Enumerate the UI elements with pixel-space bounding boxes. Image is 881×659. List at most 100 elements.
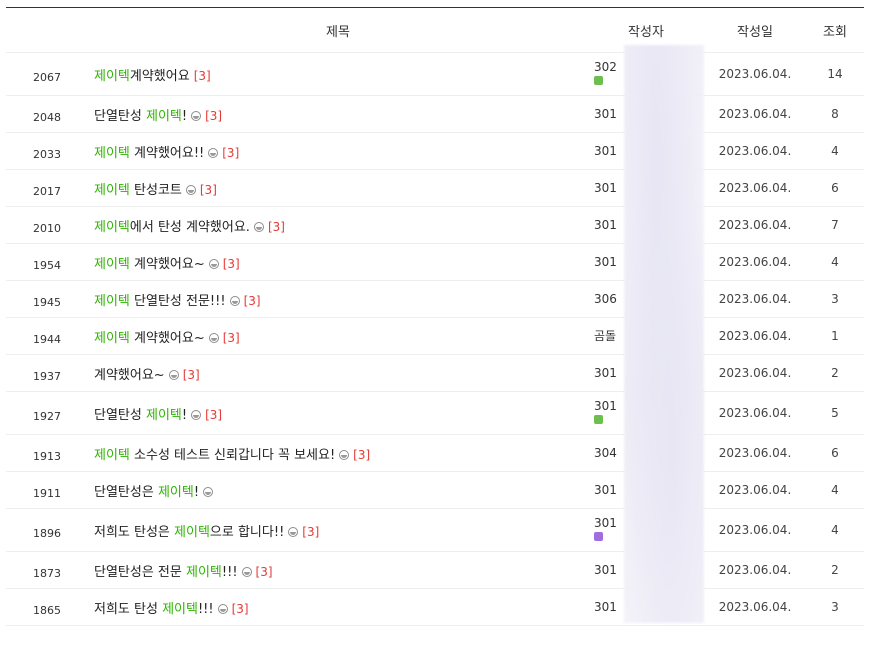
- article-title-cell: 제이텍 소수성 테스트 신뢰갑니다 꼭 보세요! [3]: [88, 434, 588, 472]
- table-header: 제목 작성자 작성일 조회: [6, 7, 864, 53]
- table-row[interactable]: 2017 제이텍 탄성코트 [3] 301 2023.06.04. 6: [6, 169, 864, 207]
- table-row[interactable]: 1954 제이텍 계약했어요~ [3] 301 2023.06.04. 4: [6, 243, 864, 281]
- article-title-link[interactable]: 단열탄성 제이텍!: [94, 109, 187, 124]
- article-date: 2023.06.04.: [704, 551, 806, 589]
- view-count: 2: [806, 354, 864, 392]
- table-row[interactable]: 1927 단열탄성 제이텍! [3] 301 2023.06.04. 5: [6, 391, 864, 435]
- article-title-cell: 단열탄성은 전문 제이텍!!! [3]: [88, 551, 588, 589]
- table-row[interactable]: 1945 제이텍 단열탄성 전문!!! [3] 306 2023.06.04. 3: [6, 280, 864, 318]
- article-title-cell: 제이텍 단열탄성 전문!!! [3]: [88, 280, 588, 318]
- title-text: !: [193, 484, 200, 500]
- title-text: 단열탄성: [94, 407, 146, 423]
- comment-count-link[interactable]: [3]: [205, 109, 222, 123]
- member-level-icon: [594, 415, 603, 424]
- table-row[interactable]: 1911 단열탄성은 제이텍! 301 2023.06.04. 4: [6, 471, 864, 509]
- image-attached-icon: [229, 295, 240, 306]
- comment-count-link[interactable]: [3]: [353, 448, 370, 462]
- title-text: 계약했어요~: [129, 256, 205, 272]
- comment-count-link[interactable]: [3]: [200, 183, 217, 197]
- article-title-link[interactable]: 제이텍 계약했어요~: [94, 331, 205, 346]
- comment-count-link[interactable]: [3]: [223, 331, 240, 345]
- keyword-highlight: 제이텍: [162, 601, 198, 617]
- image-attached-icon: [241, 566, 252, 577]
- view-count: 6: [806, 169, 864, 207]
- keyword-highlight: 제이텍: [94, 145, 130, 161]
- article-date: 2023.06.04.: [704, 434, 806, 472]
- article-title-link[interactable]: 제이텍 계약했어요!!: [94, 146, 204, 161]
- title-text: 계약했어요: [129, 68, 190, 84]
- image-attached-icon: [208, 332, 219, 343]
- comment-count-link[interactable]: [3]: [222, 146, 239, 160]
- table-row[interactable]: 1937 계약했어요~ [3] 301 2023.06.04. 2: [6, 354, 864, 392]
- title-text: 에서 탄성 계약했어요.: [129, 219, 250, 235]
- image-attached-icon: [208, 258, 219, 269]
- comment-count-link[interactable]: [3]: [256, 565, 273, 579]
- article-title-link[interactable]: 제이텍 단열탄성 전문!!!: [94, 294, 226, 309]
- comment-count-link[interactable]: [3]: [244, 294, 261, 308]
- comment-count-link[interactable]: [3]: [302, 525, 319, 539]
- comment-count-link[interactable]: [3]: [183, 368, 200, 382]
- keyword-highlight: 제이텍: [157, 484, 194, 500]
- article-title-link[interactable]: 제이텍에서 탄성 계약했어요.: [94, 220, 250, 235]
- article-title-link[interactable]: 저희도 탄성은 제이텍으로 합니다!!: [94, 525, 284, 540]
- table-row[interactable]: 1913 제이텍 소수성 테스트 신뢰갑니다 꼭 보세요! [3] 304 2023.0…: [6, 434, 864, 472]
- table-row[interactable]: 2048 단열탄성 제이텍! [3] 301 2023.06.04. 8: [6, 95, 864, 133]
- table-row[interactable]: 1873 단열탄성은 전문 제이텍!!! [3] 301 2023.06.04. 2: [6, 551, 864, 589]
- header-date: 작성일: [704, 7, 806, 53]
- title-text: 저희도 탄성: [94, 601, 163, 617]
- table-row[interactable]: 1944 제이텍 계약했어요~ [3] 곰돌 2023.06.04. 1: [6, 317, 864, 355]
- table-row[interactable]: 1865 저희도 탄성 제이텍!!! [3] 301 2023.06.04. 3: [6, 588, 864, 626]
- keyword-highlight: 제이텍: [94, 447, 130, 463]
- article-date: 2023.06.04.: [704, 280, 806, 318]
- article-title-cell: 단열탄성 제이텍! [3]: [88, 95, 588, 133]
- article-title-link[interactable]: 저희도 탄성 제이텍!!!: [94, 602, 214, 617]
- table-row[interactable]: 2033 제이텍 계약했어요!! [3] 301 2023.06.04. 4: [6, 132, 864, 170]
- table-row[interactable]: 1896 저희도 탄성은 제이텍으로 합니다!! [3] 301 2023.06.04.…: [6, 508, 864, 552]
- article-title-link[interactable]: 단열탄성은 전문 제이텍!!!: [94, 565, 238, 580]
- article-title-link[interactable]: 제이텍 소수성 테스트 신뢰갑니다 꼭 보세요!: [94, 448, 335, 463]
- article-number: 1913: [6, 434, 88, 472]
- article-number: 1954: [6, 243, 88, 281]
- image-attached-icon: [339, 449, 350, 460]
- article-title-cell: 제이텍 계약했어요!! [3]: [88, 132, 588, 170]
- table-row[interactable]: 2067 제이텍계약했어요 [3] 302 2023.06.04. 14: [6, 52, 864, 96]
- view-count: 5: [806, 391, 864, 435]
- article-title-link[interactable]: 제이텍계약했어요: [94, 69, 190, 84]
- article-date: 2023.06.04.: [704, 52, 806, 96]
- comment-count-link[interactable]: [3]: [194, 69, 211, 83]
- comment-count-link[interactable]: [3]: [268, 220, 285, 234]
- table-row[interactable]: 2010 제이텍에서 탄성 계약했어요. [3] 301 2023.06.04. 7: [6, 206, 864, 244]
- article-number: 2067: [6, 52, 88, 96]
- keyword-highlight: 제이텍: [186, 564, 222, 580]
- title-text: 계약했어요~: [94, 367, 165, 383]
- article-table: 제목 작성자 작성일 조회 2067 제이텍계약했어요 [3] 302 2023.06.…: [6, 7, 864, 626]
- view-count: 7: [806, 206, 864, 244]
- article-number: 2033: [6, 132, 88, 170]
- view-count: 4: [806, 471, 864, 509]
- article-date: 2023.06.04.: [704, 471, 806, 509]
- article-title-cell: 제이텍에서 탄성 계약했어요. [3]: [88, 206, 588, 244]
- article-title-cell: 단열탄성 제이텍! [3]: [88, 391, 588, 435]
- board-list: 제목 작성자 작성일 조회 2067 제이텍계약했어요 [3] 302 2023.06.…: [6, 7, 864, 626]
- title-text: 단열탄성 전문!!!: [129, 293, 226, 309]
- article-title-link[interactable]: 단열탄성 제이텍!: [94, 408, 187, 423]
- article-date: 2023.06.04.: [704, 354, 806, 392]
- member-level-icon: [594, 532, 603, 541]
- comment-count-link[interactable]: [3]: [232, 602, 249, 616]
- comment-count-link[interactable]: [3]: [223, 257, 240, 271]
- view-count: 1: [806, 317, 864, 355]
- header-num: [6, 7, 88, 53]
- article-title-link[interactable]: 단열탄성은 제이텍!: [94, 485, 199, 500]
- article-title-cell: 제이텍 계약했어요~ [3]: [88, 317, 588, 355]
- article-title-link[interactable]: 제이텍 계약했어요~: [94, 257, 205, 272]
- article-number: 1944: [6, 317, 88, 355]
- article-title-link[interactable]: 계약했어요~: [94, 368, 165, 383]
- article-number: 2048: [6, 95, 88, 133]
- article-title-cell: 저희도 탄성은 제이텍으로 합니다!! [3]: [88, 508, 588, 552]
- title-text: 저희도 탄성은: [94, 524, 175, 540]
- view-count: 4: [806, 508, 864, 552]
- comment-count-link[interactable]: [3]: [205, 408, 222, 422]
- article-title-link[interactable]: 제이텍 탄성코트: [94, 183, 182, 198]
- article-title-cell: 단열탄성은 제이텍!: [88, 471, 588, 509]
- title-text: 단열탄성은 전문: [94, 564, 186, 580]
